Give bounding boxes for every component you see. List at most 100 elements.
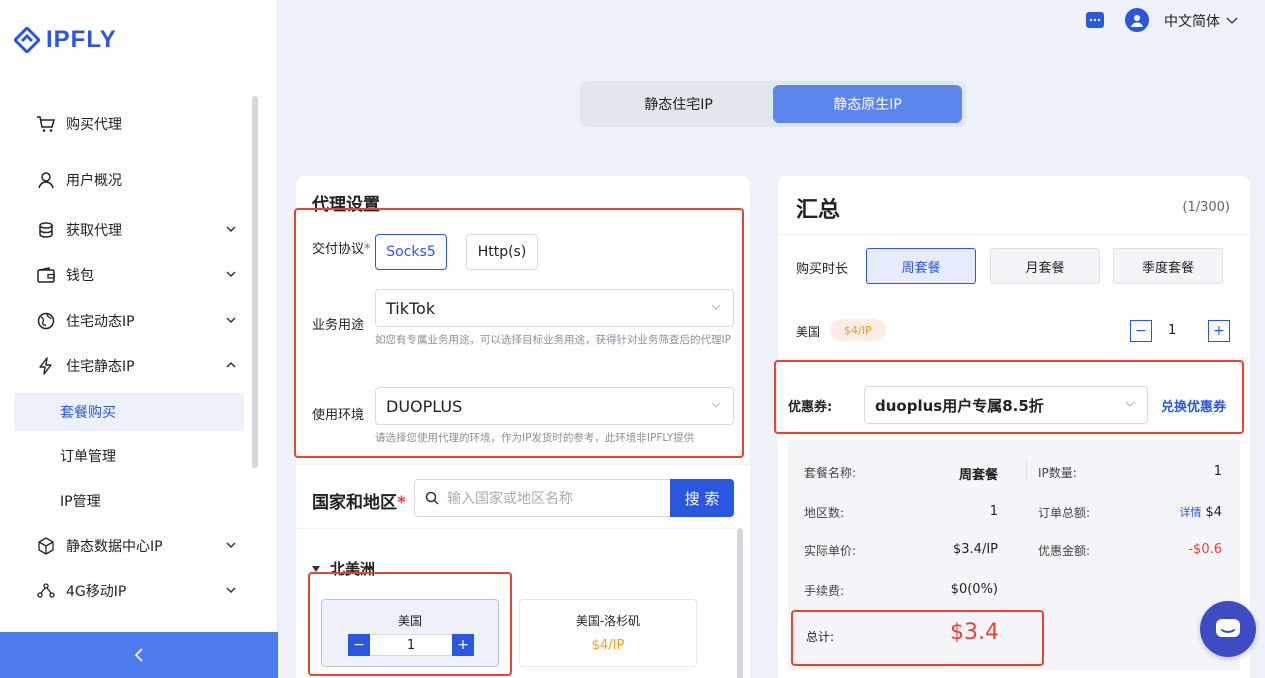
chevron-down-icon <box>226 271 236 278</box>
sidebar-subitem-label: IP管理 <box>60 494 101 510</box>
env-hint: 请选择您使用代理的环境，作为IP发货时的参考，此环境非IPFLY提供 <box>375 432 695 444</box>
total-value: $3.4 <box>950 620 999 645</box>
proxy-settings-card: 代理设置 交付协议* Socks5 Http(s) 业务用途 TikTok 如您… <box>294 176 750 678</box>
country-card-us[interactable]: 美国 − 1 + <box>321 599 499 667</box>
ip-count-value: 1 <box>1213 464 1222 479</box>
tab-static-residential-ip[interactable]: 静态住宅IP <box>584 85 773 123</box>
protocol-label: 交付协议* <box>312 242 371 257</box>
sidebar: IPFLY 购买代理 用户概况 获取代理 钱包 住宅动态IP 住宅静态IP 套餐… <box>0 0 278 678</box>
sidebar-item-buy-proxy[interactable]: 购买代理 <box>14 106 244 142</box>
message-icon[interactable] <box>1086 12 1104 28</box>
sidebar-collapse-button[interactable] <box>0 632 278 678</box>
logo[interactable]: IPFLY <box>14 26 117 54</box>
sidebar-item-4g-mobile-ip[interactable]: 4G移动IP <box>14 573 244 609</box>
sidebar-item-residential-dynamic-ip[interactable]: 住宅动态IP <box>14 303 244 339</box>
increment-button[interactable]: + <box>452 634 474 656</box>
divider <box>778 358 1250 359</box>
sidebar-item-label: 购买代理 <box>66 117 122 133</box>
total-label: 总计: <box>806 630 835 644</box>
region-scrollbar[interactable] <box>737 528 743 678</box>
chevron-down-icon <box>226 587 236 594</box>
env-value: DUOPLUS <box>386 396 463 416</box>
country-card-us-los-angeles[interactable]: 美国-洛杉矶 $4/IP <box>519 599 697 667</box>
chevron-down-icon <box>226 317 236 324</box>
usage-select[interactable]: TikTok <box>375 289 734 327</box>
divider <box>1026 460 1027 480</box>
language-selector[interactable]: 中文简体 <box>1164 11 1238 31</box>
decrement-button[interactable]: − <box>348 634 370 656</box>
user-icon <box>36 170 56 190</box>
duration-label: 购买时长 <box>796 262 849 277</box>
sidebar-item-get-proxy[interactable]: 获取代理 <box>14 212 244 248</box>
sidebar-scrollbar[interactable] <box>252 96 258 468</box>
fee-value: $0(0%) <box>950 582 998 597</box>
sidebar-item-label: 住宅静态IP <box>66 359 135 375</box>
chevron-down-icon <box>1125 401 1135 407</box>
duration-monthly-button[interactable]: 月套餐 <box>990 248 1100 284</box>
search-button[interactable]: 搜 索 <box>670 479 734 517</box>
chat-icon <box>1216 619 1240 637</box>
database-icon <box>36 220 56 240</box>
language-label: 中文简体 <box>1164 14 1220 30</box>
logo-icon <box>14 27 40 53</box>
search-icon <box>425 491 439 505</box>
divider <box>778 234 1250 235</box>
coupon-label: 优惠券: <box>788 400 833 415</box>
quantity-value[interactable]: 1 <box>1168 323 1176 338</box>
tab-static-native-ip[interactable]: 静态原生IP <box>773 85 962 123</box>
chevron-down-icon <box>1226 17 1238 24</box>
sidebar-subitem-ip-management[interactable]: IP管理 <box>14 483 244 519</box>
sidebar-item-user-overview[interactable]: 用户概况 <box>14 162 244 198</box>
sidebar-item-wallet[interactable]: 钱包 <box>14 257 244 293</box>
summary-title: 汇总 <box>796 198 841 223</box>
increment-button[interactable]: + <box>1208 320 1230 342</box>
chevron-up-icon <box>226 361 236 368</box>
chevron-left-icon <box>134 648 143 662</box>
quantity-value[interactable]: 1 <box>370 634 452 656</box>
usage-hint: 如您有专属业务用途，可以选择目标业务用途，获得针对业务筛查后的代理IP <box>375 334 731 346</box>
discount-label: 优惠金额: <box>1038 544 1091 558</box>
sidebar-subitem-order-management[interactable]: 订单管理 <box>14 438 244 474</box>
redeem-coupon-link[interactable]: 兑换优惠券 <box>1161 396 1226 415</box>
chevron-down-icon <box>711 402 721 408</box>
region-title: 国家和地区* <box>312 493 406 513</box>
order-total-label: 订单总额: <box>1038 506 1091 520</box>
sidebar-item-label: 用户概况 <box>66 173 122 189</box>
user-avatar[interactable] <box>1125 8 1149 32</box>
brand-name: IPFLY <box>46 26 117 53</box>
country-price: $4/IP <box>591 638 625 653</box>
sidebar-item-label: 4G移动IP <box>66 584 127 600</box>
search-placeholder: 输入国家或地区名称 <box>447 491 573 507</box>
region-search-input[interactable]: 输入国家或地区名称 <box>414 479 670 517</box>
protocol-socks5-button[interactable]: Socks5 <box>375 234 447 270</box>
sidebar-subitem-label: 订单管理 <box>60 449 116 465</box>
sidebar-item-label: 钱包 <box>66 268 94 284</box>
sidebar-item-label: 住宅动态IP <box>66 314 135 330</box>
sidebar-subitem-package-purchase[interactable]: 套餐购买 <box>14 393 244 431</box>
duration-weekly-button[interactable]: 周套餐 <box>866 248 976 284</box>
order-total-value: $4 <box>1205 505 1222 520</box>
selected-country: 美国 <box>796 325 821 339</box>
fee-label: 手续费: <box>804 584 845 598</box>
globe-icon <box>36 311 56 331</box>
protocol-https-button[interactable]: Http(s) <box>466 234 538 270</box>
decrement-button[interactable]: − <box>1130 320 1152 342</box>
sidebar-item-static-datacenter-ip[interactable]: 静态数据中心IP <box>14 528 244 564</box>
lightning-icon <box>36 356 56 376</box>
chevron-down-icon <box>226 226 236 233</box>
chat-button[interactable] <box>1200 601 1256 657</box>
unit-price-value: $3.4/IP <box>953 542 998 557</box>
summary-count: (1/300) <box>1182 200 1230 215</box>
regions-value: 1 <box>989 504 998 519</box>
cube-icon <box>36 536 56 556</box>
package-label: 套餐名称: <box>804 466 857 480</box>
order-details-link[interactable]: 详情 <box>1179 506 1201 519</box>
network-icon <box>36 581 56 601</box>
duration-quarterly-button[interactable]: 季度套餐 <box>1113 248 1223 284</box>
caret-down-icon <box>312 565 320 572</box>
sidebar-item-label: 获取代理 <box>66 223 122 239</box>
sidebar-item-residential-static-ip[interactable]: 住宅静态IP <box>14 348 244 384</box>
env-select[interactable]: DUOPLUS <box>375 387 734 425</box>
coupon-select[interactable]: duoplus用户专属8.5折 <box>864 386 1148 424</box>
country-name: 美国 <box>397 614 422 628</box>
